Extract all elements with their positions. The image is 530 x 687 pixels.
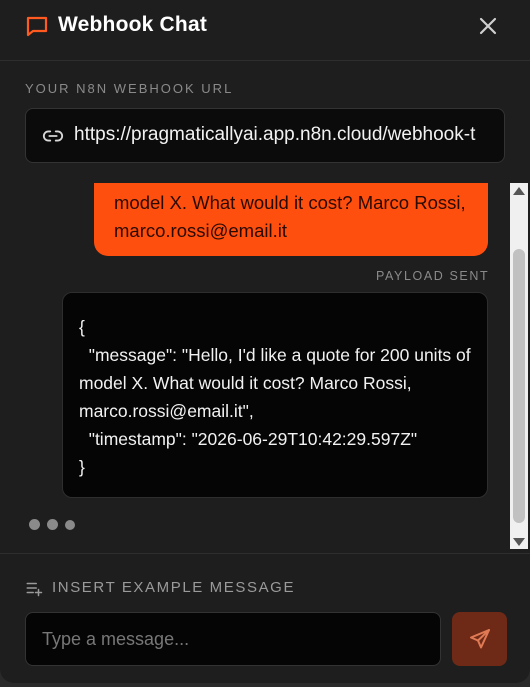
typing-indicator [29,517,82,535]
list-plus-icon [26,582,43,597]
message-list: model X. What would it cost? Marco Rossi… [0,183,530,553]
message-input[interactable] [25,612,441,666]
webhook-url-value: https://pragmaticallyai.app.n8n.cloud/we… [74,124,476,145]
send-icon [470,629,490,649]
insert-example-label: INSERT EXAMPLE MESSAGE [52,579,296,596]
payload-sent-label: PAYLOAD SENT [376,269,490,283]
scrollbar-thumb[interactable] [513,249,525,523]
webhook-url-field[interactable]: https://pragmaticallyai.app.n8n.cloud/we… [25,108,505,163]
messages-scrollbar[interactable] [510,183,528,549]
chat-footer: INSERT EXAMPLE MESSAGE [0,553,530,683]
payload-code-block: { "message": "Hello, I'd like a quote fo… [62,292,488,498]
page-title: Webhook Chat [58,13,208,36]
send-button[interactable] [452,612,507,666]
typing-dot [65,520,75,530]
message-square-icon [26,16,48,37]
webhook-chat-panel: Webhook Chat YOUR N8N WEBHOOK URL https:… [0,0,530,683]
typing-dot [29,519,40,530]
link-icon [42,130,64,142]
close-icon[interactable] [476,14,500,38]
webhook-url-label: YOUR N8N WEBHOOK URL [25,81,234,96]
chat-header: Webhook Chat [0,0,530,61]
scroll-up-arrow-icon[interactable] [513,187,525,195]
scroll-down-arrow-icon[interactable] [513,538,525,546]
typing-dot [47,519,58,530]
user-message-bubble: model X. What would it cost? Marco Rossi… [94,183,488,256]
